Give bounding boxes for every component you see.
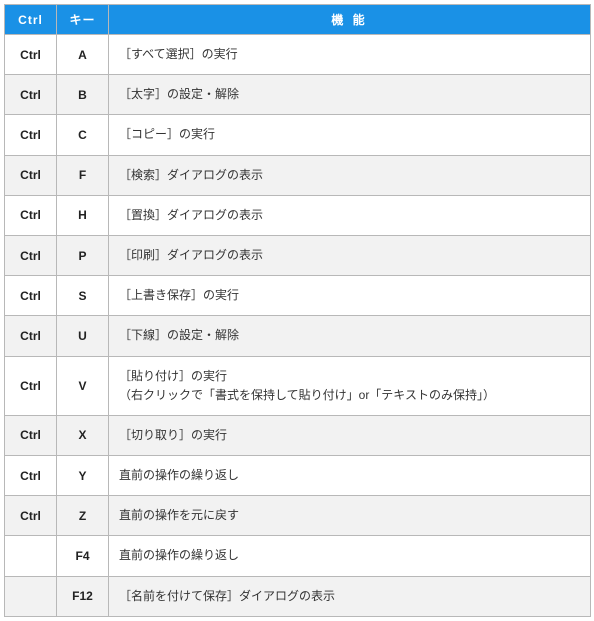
func-cell: ［太字］の設定・解除	[109, 75, 591, 115]
func-cell: ［切り取り］の実行	[109, 415, 591, 455]
key-cell: F4	[57, 536, 109, 576]
key-cell: U	[57, 316, 109, 356]
ctrl-cell: Ctrl	[5, 496, 57, 536]
func-cell: ［すべて選択］の実行	[109, 35, 591, 75]
table-row: CtrlS［上書き保存］の実行	[5, 276, 591, 316]
key-cell: H	[57, 195, 109, 235]
table-row: CtrlU［下線］の設定・解除	[5, 316, 591, 356]
ctrl-cell: Ctrl	[5, 155, 57, 195]
table-row: CtrlH［置換］ダイアログの表示	[5, 195, 591, 235]
key-cell: X	[57, 415, 109, 455]
table-row: CtrlB［太字］の設定・解除	[5, 75, 591, 115]
header-ctrl: Ctrl	[5, 5, 57, 35]
ctrl-cell: Ctrl	[5, 35, 57, 75]
ctrl-cell: Ctrl	[5, 75, 57, 115]
ctrl-cell: Ctrl	[5, 276, 57, 316]
table-row: CtrlY直前の操作の繰り返し	[5, 456, 591, 496]
table-row: CtrlZ直前の操作を元に戻す	[5, 496, 591, 536]
ctrl-cell: Ctrl	[5, 195, 57, 235]
func-cell: ［貼り付け］の実行（右クリックで「書式を保持して貼り付け」or「テキストのみ保持…	[109, 356, 591, 415]
ctrl-cell: Ctrl	[5, 235, 57, 275]
table-row: CtrlF［検索］ダイアログの表示	[5, 155, 591, 195]
key-cell: A	[57, 35, 109, 75]
key-cell: C	[57, 115, 109, 155]
func-cell: ［置換］ダイアログの表示	[109, 195, 591, 235]
ctrl-cell	[5, 576, 57, 616]
header-key: キー	[57, 5, 109, 35]
ctrl-cell	[5, 536, 57, 576]
table-header-row: Ctrl キー 機 能	[5, 5, 591, 35]
shortcut-table: Ctrl キー 機 能 CtrlA［すべて選択］の実行CtrlB［太字］の設定・…	[4, 4, 591, 617]
key-cell: S	[57, 276, 109, 316]
key-cell: F12	[57, 576, 109, 616]
func-cell: ［下線］の設定・解除	[109, 316, 591, 356]
ctrl-cell: Ctrl	[5, 316, 57, 356]
func-cell: ［コピー］の実行	[109, 115, 591, 155]
ctrl-cell: Ctrl	[5, 356, 57, 415]
func-cell: 直前の操作の繰り返し	[109, 536, 591, 576]
key-cell: P	[57, 235, 109, 275]
func-cell: 直前の操作の繰り返し	[109, 456, 591, 496]
table-row: CtrlC［コピー］の実行	[5, 115, 591, 155]
func-cell: 直前の操作を元に戻す	[109, 496, 591, 536]
ctrl-cell: Ctrl	[5, 115, 57, 155]
func-cell: ［名前を付けて保存］ダイアログの表示	[109, 576, 591, 616]
table-body: CtrlA［すべて選択］の実行CtrlB［太字］の設定・解除CtrlC［コピー］…	[5, 35, 591, 617]
table-row: F12［名前を付けて保存］ダイアログの表示	[5, 576, 591, 616]
ctrl-cell: Ctrl	[5, 415, 57, 455]
key-cell: V	[57, 356, 109, 415]
table-row: CtrlP［印刷］ダイアログの表示	[5, 235, 591, 275]
table-row: CtrlA［すべて選択］の実行	[5, 35, 591, 75]
header-func: 機 能	[109, 5, 591, 35]
func-cell: ［印刷］ダイアログの表示	[109, 235, 591, 275]
key-cell: B	[57, 75, 109, 115]
key-cell: Y	[57, 456, 109, 496]
func-cell: ［検索］ダイアログの表示	[109, 155, 591, 195]
key-cell: F	[57, 155, 109, 195]
table-row: F4直前の操作の繰り返し	[5, 536, 591, 576]
ctrl-cell: Ctrl	[5, 456, 57, 496]
key-cell: Z	[57, 496, 109, 536]
table-row: CtrlV［貼り付け］の実行（右クリックで「書式を保持して貼り付け」or「テキス…	[5, 356, 591, 415]
table-row: CtrlX［切り取り］の実行	[5, 415, 591, 455]
func-cell: ［上書き保存］の実行	[109, 276, 591, 316]
